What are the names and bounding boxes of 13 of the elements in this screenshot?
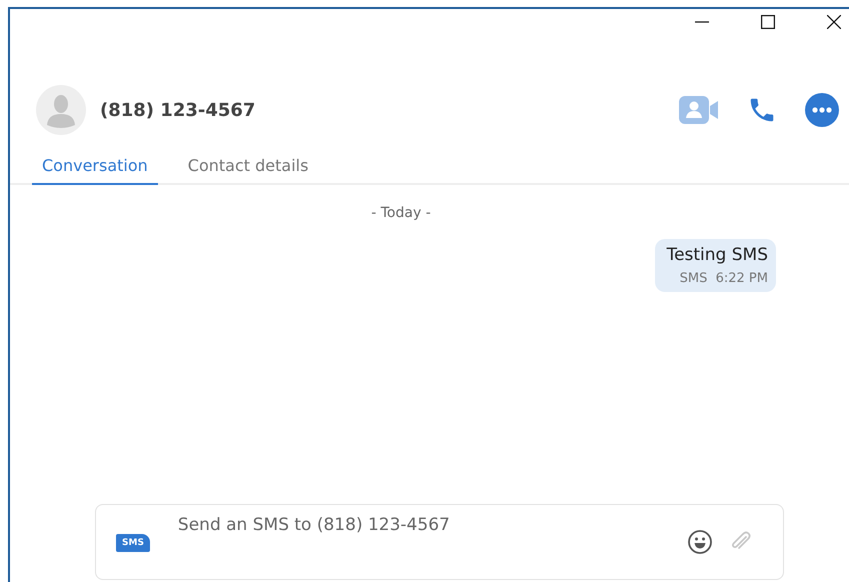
message-text: Testing SMS [666,245,768,265]
date-divider: - Today - [370,205,431,221]
tab[interactable]: Conversation [32,150,158,185]
close-icon[interactable] [827,15,841,29]
message-input[interactable]: Send an SMS to (818) 123-4567 [178,515,673,535]
emoji-icon[interactable] [687,529,713,555]
more-icon[interactable] [805,93,839,127]
tab[interactable]: Contact details [178,150,318,185]
message-meta: SMS 6:22 PM [680,271,768,286]
maximize-icon[interactable] [761,15,775,29]
sms-badge: SMS [116,534,150,552]
avatar-icon [36,85,86,135]
contact-name: (818) 123-4567 [100,100,256,120]
